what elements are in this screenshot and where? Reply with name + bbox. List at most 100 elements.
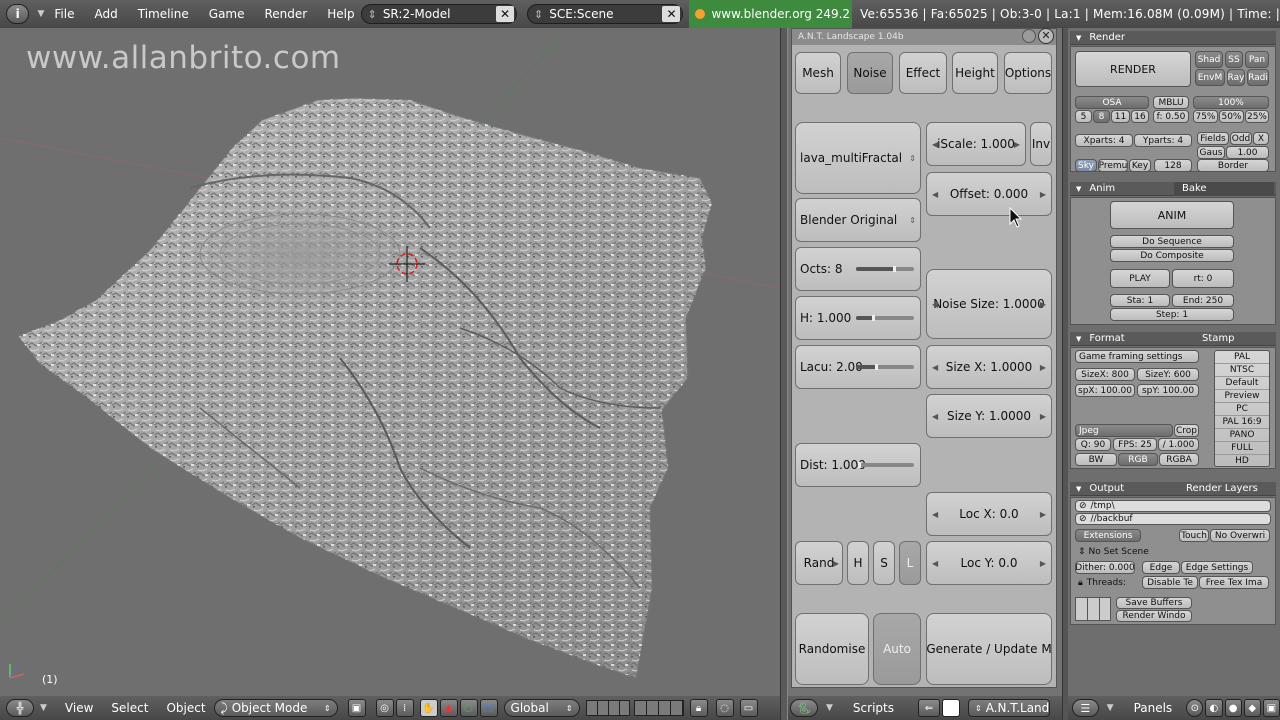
draw-type-icon[interactable]: ▣ xyxy=(347,699,366,717)
collapse-triangle-icon[interactable]: ▼ xyxy=(1107,703,1114,713)
slider-track[interactable] xyxy=(856,462,914,468)
scene-selector[interactable]: ⇕ SCE:Scene ✕ xyxy=(527,4,684,24)
format-panel-header[interactable]: ▼ Format Stamp xyxy=(1070,332,1276,346)
game-framing-menu[interactable]: Game framing settings xyxy=(1075,350,1199,363)
lock-icon[interactable]: 🔒︎ xyxy=(1078,578,1083,588)
preset-pal[interactable]: PAL xyxy=(1215,351,1269,364)
sky-toggle[interactable]: Sky xyxy=(1075,159,1097,172)
rotate-icon[interactable]: ○ xyxy=(459,699,478,717)
slider-knob[interactable] xyxy=(872,315,876,321)
3d-viewport[interactable]: www.allanbrito.com (1) xyxy=(0,28,780,696)
tab-effect[interactable]: Effect xyxy=(899,52,947,94)
preset-preview[interactable]: Preview xyxy=(1215,390,1269,403)
script-context-icon[interactable]: ◐ xyxy=(1205,699,1223,717)
mode-selector[interactable]: ⤸ Object Mode ⇕ xyxy=(213,699,338,717)
preset-hd[interactable]: HD xyxy=(1215,455,1269,468)
offset-field[interactable]: ◀ Offset: 0.000 ▶ xyxy=(926,172,1052,216)
sss-toggle[interactable]: SS xyxy=(1225,51,1243,68)
s-toggle[interactable]: S xyxy=(873,541,895,585)
end-frame-field[interactable]: End: 250 xyxy=(1172,294,1234,307)
collapse-triangle-icon[interactable]: ▼ xyxy=(1076,185,1081,193)
raytrace-toggle[interactable]: Ray xyxy=(1227,69,1245,86)
tab-options[interactable]: Options xyxy=(1004,52,1052,94)
osa-toggle[interactable]: OSA xyxy=(1075,96,1149,109)
tab-noise[interactable]: Noise xyxy=(847,52,893,94)
edge-toggle[interactable]: Edge xyxy=(1142,561,1180,574)
increment-arrow-icon[interactable]: ▶ xyxy=(1040,300,1046,309)
script-selector[interactable]: ⇕ A.N.T.Land xyxy=(967,699,1050,717)
osa-8-button[interactable]: 8 xyxy=(1093,110,1110,123)
layers-group-1[interactable] xyxy=(585,700,630,716)
preset-ntsc[interactable]: NTSC xyxy=(1215,364,1269,377)
aspect-x-field[interactable]: spX: 100.00 xyxy=(1075,384,1135,397)
slider-track[interactable] xyxy=(856,315,914,321)
size-75-button[interactable]: 75% xyxy=(1193,110,1218,123)
editor-type-icon[interactable]: ╬ xyxy=(6,699,34,717)
osa-5-button[interactable]: 5 xyxy=(1075,110,1092,123)
odd-toggle[interactable]: Odd xyxy=(1230,132,1252,145)
buttons-editor-icon[interactable]: ☰ xyxy=(1072,699,1099,717)
stamp-tab[interactable]: Stamp xyxy=(1202,332,1235,346)
collapse-triangle-icon[interactable]: ▼ xyxy=(1076,485,1081,493)
size-25-button[interactable]: 25% xyxy=(1245,110,1269,123)
octaves-slider[interactable]: Octs: 8 xyxy=(795,247,921,291)
preset-pal-16-9[interactable]: PAL 16:9 xyxy=(1215,416,1269,429)
shading-context-icon[interactable]: ● xyxy=(1224,699,1242,717)
envmap-toggle[interactable]: EnvM xyxy=(1195,69,1225,86)
render-window-menu[interactable]: Render Windo xyxy=(1116,610,1192,622)
slider-knob[interactable] xyxy=(857,462,861,468)
file-format-menu[interactable]: Jpeg xyxy=(1075,424,1173,437)
noise-type-menu[interactable]: lava_multiFractal ⇕ xyxy=(795,122,921,194)
layer-buttons[interactable] xyxy=(585,700,684,716)
invert-toggle[interactable]: Inv xyxy=(1030,122,1052,166)
key-value[interactable]: 128 xyxy=(1154,159,1192,172)
increment-arrow-icon[interactable]: ▶ xyxy=(1040,412,1046,421)
do-sequence-toggle[interactable]: Do Sequence xyxy=(1110,235,1234,248)
screen-selector[interactable]: ⇕ SR:2-Model ✕ xyxy=(360,4,518,24)
radiosity-toggle[interactable]: Radi xyxy=(1247,69,1269,86)
osa-11-button[interactable]: 11 xyxy=(1111,110,1130,123)
x-toggle[interactable]: X xyxy=(1253,132,1269,145)
generate-button[interactable]: Generate / Update M xyxy=(926,613,1052,685)
render-preview-icon[interactable]: ▭ xyxy=(739,699,758,717)
gauss-toggle[interactable]: Gaus xyxy=(1197,146,1225,159)
motion-blur-toggle[interactable]: MBLU xyxy=(1153,96,1189,109)
hand-icon[interactable]: ✋ xyxy=(419,699,438,717)
tab-mesh[interactable]: Mesh xyxy=(795,52,841,94)
step-field[interactable]: Step: 1 xyxy=(1110,308,1234,321)
back-arrow-icon[interactable]: ⇐ xyxy=(917,699,940,717)
iscale-field[interactable]: ◀ iScale: 1.000 ▶ xyxy=(926,122,1026,166)
editing-context-icon[interactable]: ▣ xyxy=(1262,699,1280,717)
collapse-triangle-icon[interactable]: ▼ xyxy=(826,703,833,713)
aspect-y-field[interactable]: spY: 100.00 xyxy=(1137,384,1199,397)
tab-height[interactable]: Height xyxy=(952,52,998,94)
random-seed-field[interactable]: Rand ▶ xyxy=(795,541,843,585)
fields-toggle[interactable]: Fields xyxy=(1197,132,1229,145)
increment-arrow-icon[interactable]: ▶ xyxy=(1040,190,1046,199)
play-button[interactable]: PLAY xyxy=(1110,269,1170,288)
size-100-button[interactable]: 100% xyxy=(1193,96,1269,109)
scene-link-icon[interactable]: ⇕ xyxy=(1078,547,1086,557)
menu-add[interactable]: Add xyxy=(95,7,118,21)
menu-object[interactable]: Object xyxy=(166,701,205,715)
slider-knob[interactable] xyxy=(892,266,896,272)
close-icon[interactable]: ✕ xyxy=(1038,28,1054,44)
fps-divisor-field[interactable]: / 1.000 xyxy=(1158,438,1199,451)
info-editor-icon[interactable]: i xyxy=(6,4,30,24)
crop-toggle[interactable]: Crop xyxy=(1174,424,1199,437)
logic-context-icon[interactable]: ⊙ xyxy=(1186,699,1204,717)
menu-help[interactable]: Help xyxy=(327,7,354,21)
backbuf-path-field[interactable]: ⊘//backbuf xyxy=(1075,513,1271,525)
output-panel-header[interactable]: ▼ Output Render Layers xyxy=(1070,482,1276,496)
size-y-field[interactable]: SizeY: 600 xyxy=(1137,368,1199,381)
decrement-arrow-icon[interactable]: ◀ xyxy=(932,300,938,309)
orientation-selector[interactable]: Global ⇕ xyxy=(503,699,580,717)
screen-name[interactable]: SR:2-Model xyxy=(383,7,496,21)
l-toggle[interactable]: L xyxy=(899,541,921,585)
minimize-icon[interactable] xyxy=(1022,29,1036,43)
slider-track[interactable] xyxy=(856,266,914,272)
threads-field[interactable]: 🔒︎ Threads: xyxy=(1075,576,1141,589)
screen-list-icon[interactable]: ⇕ xyxy=(368,8,377,21)
python-editor-icon[interactable]: 🐍︎ xyxy=(790,699,818,717)
randomise-button[interactable]: Randomise xyxy=(795,613,869,685)
